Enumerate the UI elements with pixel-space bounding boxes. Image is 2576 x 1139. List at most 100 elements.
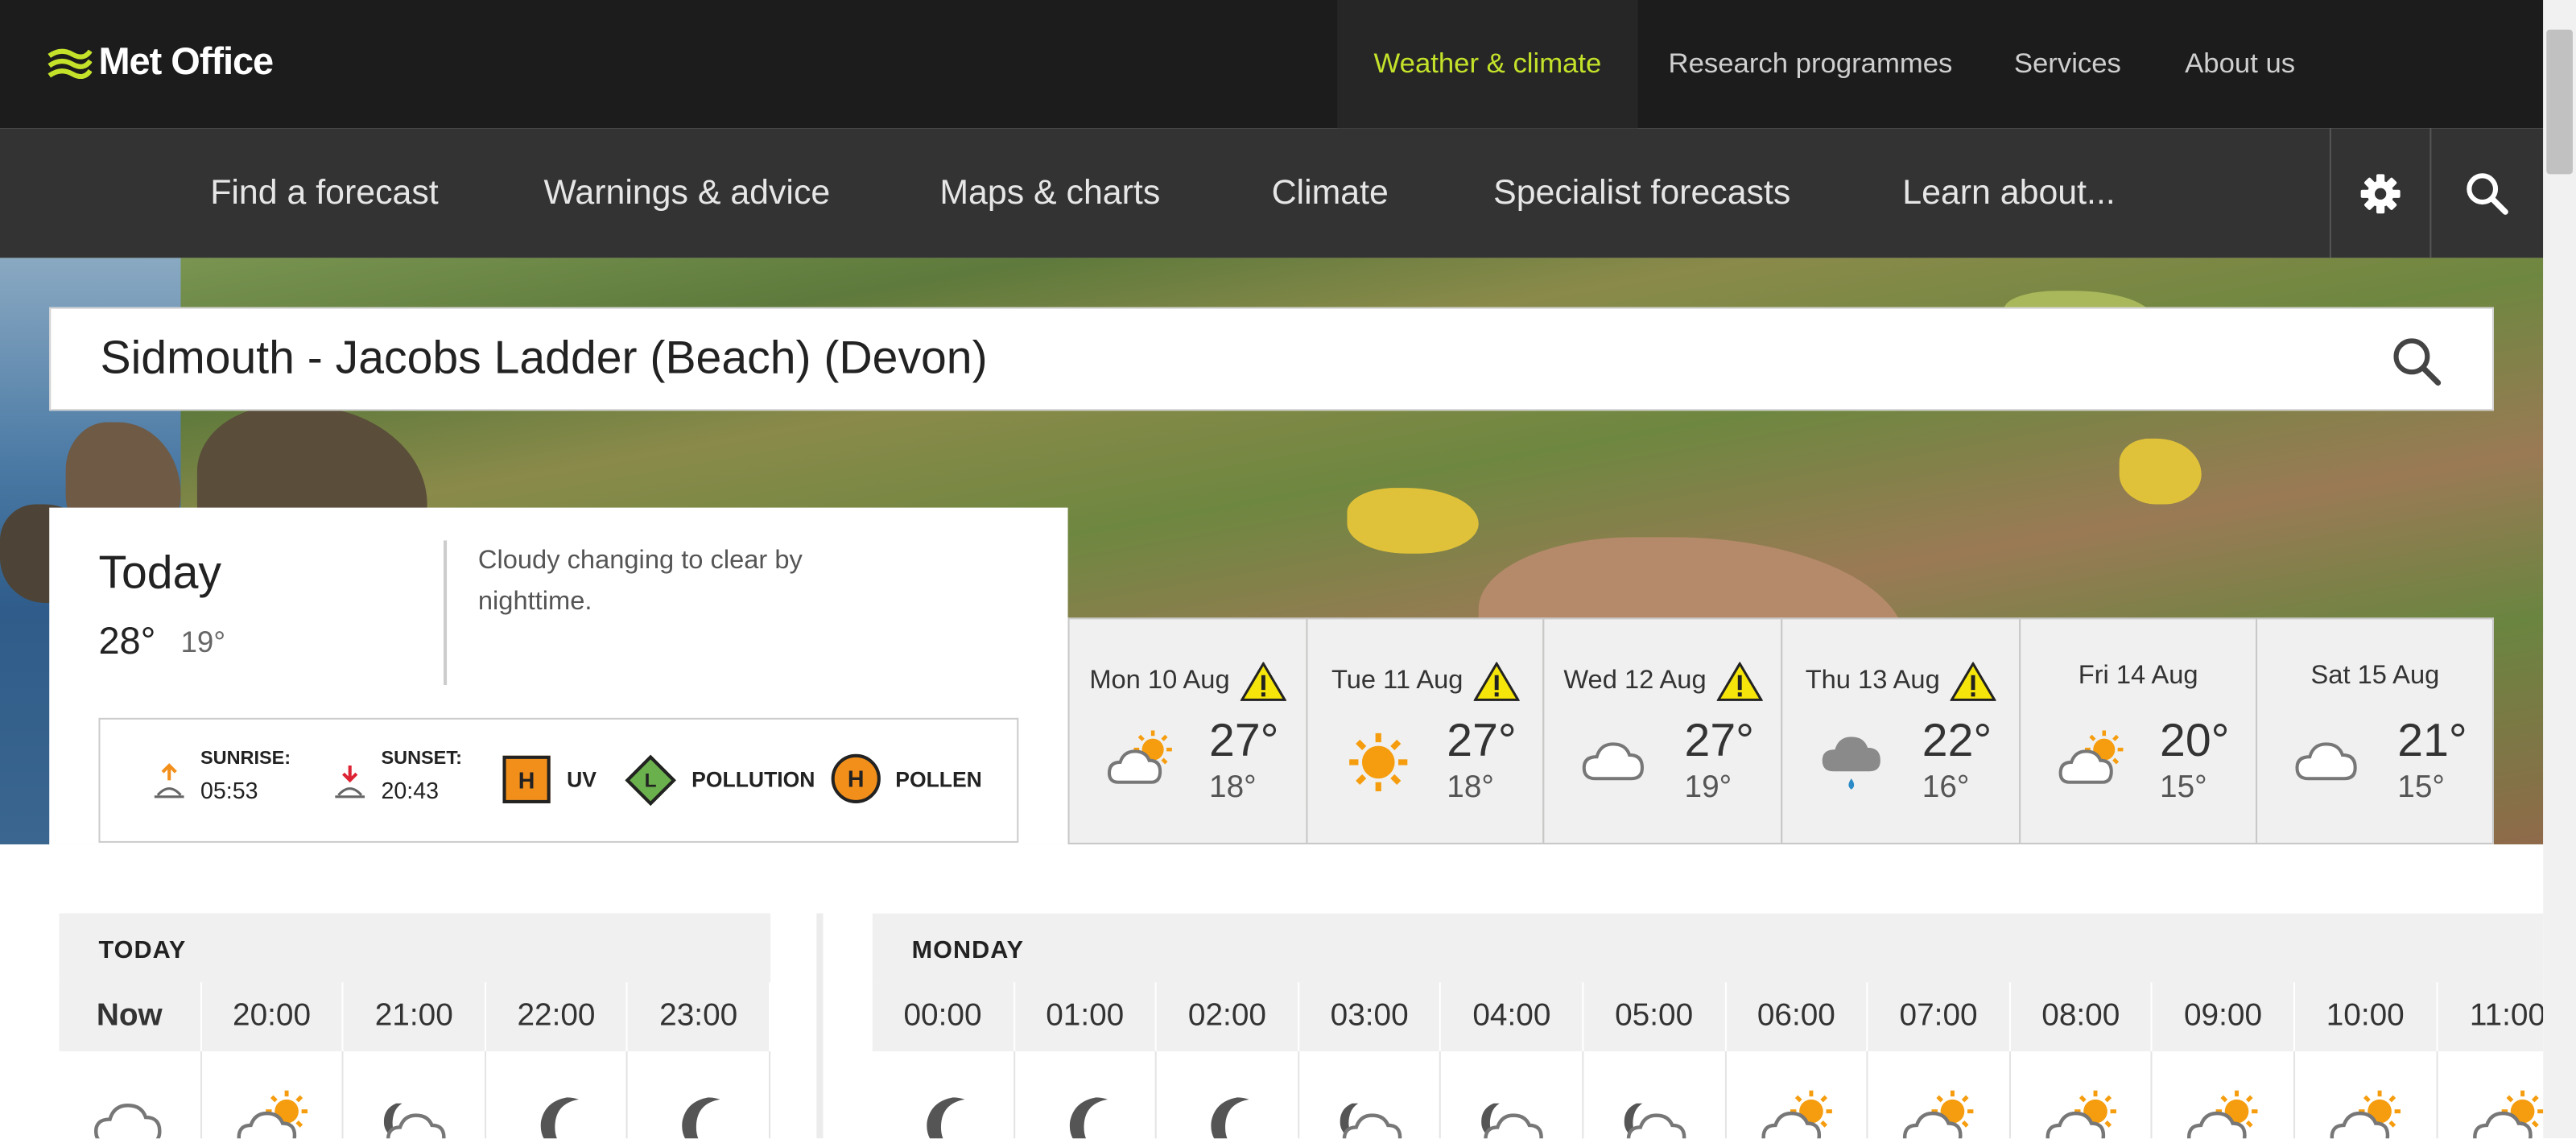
warning-icon xyxy=(1949,662,1996,701)
top-bar: Met Office Weather & climate Research pr… xyxy=(0,0,2544,129)
day-high-temp: 21° xyxy=(2397,714,2467,766)
hour-weather-cell xyxy=(2295,1051,2438,1139)
day-label: Thu 13 Aug xyxy=(1805,666,1940,695)
hour-weather-cell xyxy=(873,1051,1015,1139)
hour-label: 09:00 xyxy=(2153,982,2295,1052)
hour-label: 20:00 xyxy=(201,982,344,1052)
hour-label: 23:00 xyxy=(628,982,771,1052)
section-heading: MONDAY xyxy=(872,913,2544,983)
search-icon[interactable] xyxy=(2390,335,2442,387)
sun-cloud-icon xyxy=(2058,730,2123,784)
day-label-row: Mon 10 Aug xyxy=(1070,662,1306,701)
section-heading: TODAY xyxy=(59,913,771,983)
day-tab[interactable]: Sat 15 Aug 21° 15° xyxy=(2256,617,2495,844)
uv-level: H xyxy=(518,766,535,793)
nav-climate[interactable]: Climate xyxy=(1272,128,1389,258)
warning-icon xyxy=(1715,662,1763,701)
nav-find-a-forecast[interactable]: Find a forecast xyxy=(210,128,438,258)
day-tab[interactable]: Thu 13 Aug 22° 16° xyxy=(1781,617,2019,844)
nav-learn-about[interactable]: Learn about... xyxy=(1902,128,2116,258)
location-text: Sidmouth - Jacobs Ladder (Beach) (Devon) xyxy=(100,332,988,383)
topnav-label: Weather & climate xyxy=(1373,47,1602,79)
topnav-label: About us xyxy=(2185,47,2296,79)
hour-label: 05:00 xyxy=(1583,982,1727,1052)
divider xyxy=(816,913,824,1139)
nav-label: Climate xyxy=(1271,173,1389,212)
gorse-shape xyxy=(2119,438,2202,505)
hour-weather-cell xyxy=(1442,1051,1584,1139)
hour-weather-cell xyxy=(1726,1051,1868,1139)
location-search-input[interactable]: Sidmouth - Jacobs Ladder (Beach) (Devon) xyxy=(49,307,2494,411)
sun-cloud-icon xyxy=(1761,1090,1831,1139)
day-weather-icon xyxy=(1581,728,1650,805)
today-title: Today xyxy=(98,547,221,598)
sun-cloud-icon xyxy=(2187,1090,2259,1139)
settings-button[interactable] xyxy=(2329,128,2429,258)
day-weather-icon xyxy=(1344,728,1413,805)
sun-cloud-icon xyxy=(1107,730,1172,784)
cloud-icon xyxy=(2296,742,2358,781)
today-high-temp: 28° xyxy=(98,619,156,662)
hour-label: 07:00 xyxy=(1868,982,2011,1052)
hour-weather-cell xyxy=(1868,1051,2011,1139)
sun-icon xyxy=(1348,733,1407,792)
day-weather-icon xyxy=(2056,728,2125,805)
day-low-temp: 15° xyxy=(2160,770,2207,806)
hour-weather-cell xyxy=(1157,1051,1299,1139)
topnav-weather-climate[interactable]: Weather & climate xyxy=(1337,0,1638,129)
hour-label: 00:00 xyxy=(873,982,1015,1052)
main-nav: Find a forecast Warnings & advice Maps &… xyxy=(0,128,2544,258)
pollen-badge[interactable]: H xyxy=(831,753,881,803)
nav-label: Maps & charts xyxy=(939,173,1161,212)
hour-weather-cell xyxy=(1014,1051,1158,1139)
hourly-monday-table[interactable]: MONDAY 00:00 01:00 02:00 03:00 04:00 05:00 06:… xyxy=(872,913,2544,1139)
nav-maps-charts[interactable]: Maps & charts xyxy=(939,128,1160,258)
moon-icon xyxy=(1069,1097,1108,1139)
day-tab[interactable]: Fri 14 Aug 20° 15° xyxy=(2018,617,2256,844)
hour-weather-cell xyxy=(628,1051,771,1139)
sun-cloud-icon xyxy=(2045,1090,2116,1139)
today-info-box: SUNRISE: 05:53 SUNSET: 20:43 H UV L POLL… xyxy=(98,717,1019,843)
logo-waves-icon xyxy=(47,47,93,78)
met-office-logo[interactable]: Met Office xyxy=(46,39,274,84)
topnav-research-programmes[interactable]: Research programmes xyxy=(1638,0,1984,128)
hour-label: 10:00 xyxy=(2295,982,2438,1052)
sunrise-label: SUNRISE: xyxy=(200,749,291,770)
gear-icon xyxy=(2360,173,2401,213)
divider xyxy=(444,540,448,686)
day-weather-icon xyxy=(1818,728,1888,805)
today-summary-card: Today 28° 19° Cloudy changing to clear b… xyxy=(49,507,1068,844)
moon-cloud-icon xyxy=(384,1103,446,1139)
day-label-row: Sat 15 Aug xyxy=(2258,662,2492,691)
hour-row: 00:00 01:00 02:00 03:00 04:00 05:00 06:00 07:00… xyxy=(872,982,2544,1052)
topnav-about-us[interactable]: About us xyxy=(2152,0,2327,128)
topnav-services[interactable]: Services xyxy=(1983,0,2152,128)
nav-specialist-forecasts[interactable]: Specialist forecasts xyxy=(1493,128,1790,258)
hour-label: 04:00 xyxy=(1442,982,1584,1052)
day-label: Mon 10 Aug xyxy=(1089,666,1230,695)
search-button[interactable] xyxy=(2429,128,2543,258)
pollution-badge[interactable]: L xyxy=(625,754,676,807)
day-label: Tue 11 Aug xyxy=(1331,666,1463,695)
hour-label: 08:00 xyxy=(2010,982,2153,1052)
day-label-row: Wed 12 Aug xyxy=(1545,662,1781,701)
nav-warnings-advice[interactable]: Warnings & advice xyxy=(544,128,831,258)
sunset-label: SUNSET: xyxy=(381,749,462,770)
day-tab[interactable]: Tue 11 Aug 27° 18° xyxy=(1305,617,1544,844)
day-weather-icon xyxy=(2294,728,2363,805)
scrollbar-thumb[interactable] xyxy=(2546,29,2573,175)
hour-label: 11:00 xyxy=(2438,982,2543,1051)
day-low-temp: 16° xyxy=(1922,770,1970,806)
day-high-temp: 27° xyxy=(1684,714,1754,766)
icon-row xyxy=(872,1051,2544,1139)
hour-row: Now 20:00 21:00 22:00 23:00 xyxy=(59,982,771,1052)
icon-row xyxy=(59,1051,771,1139)
hour-label: 06:00 xyxy=(1726,982,1868,1052)
uv-badge[interactable]: H xyxy=(502,755,551,803)
moon-cloud-icon xyxy=(1481,1103,1544,1139)
day-tab[interactable]: Wed 12 Aug 27° 19° xyxy=(1543,617,1781,844)
day-tab[interactable]: Mon 10 Aug 27° 18° xyxy=(1067,617,1306,844)
day-high-temp: 22° xyxy=(1922,714,1992,766)
day-label: Sat 15 Aug xyxy=(2310,662,2440,691)
hour-label: 01:00 xyxy=(1014,982,1158,1052)
